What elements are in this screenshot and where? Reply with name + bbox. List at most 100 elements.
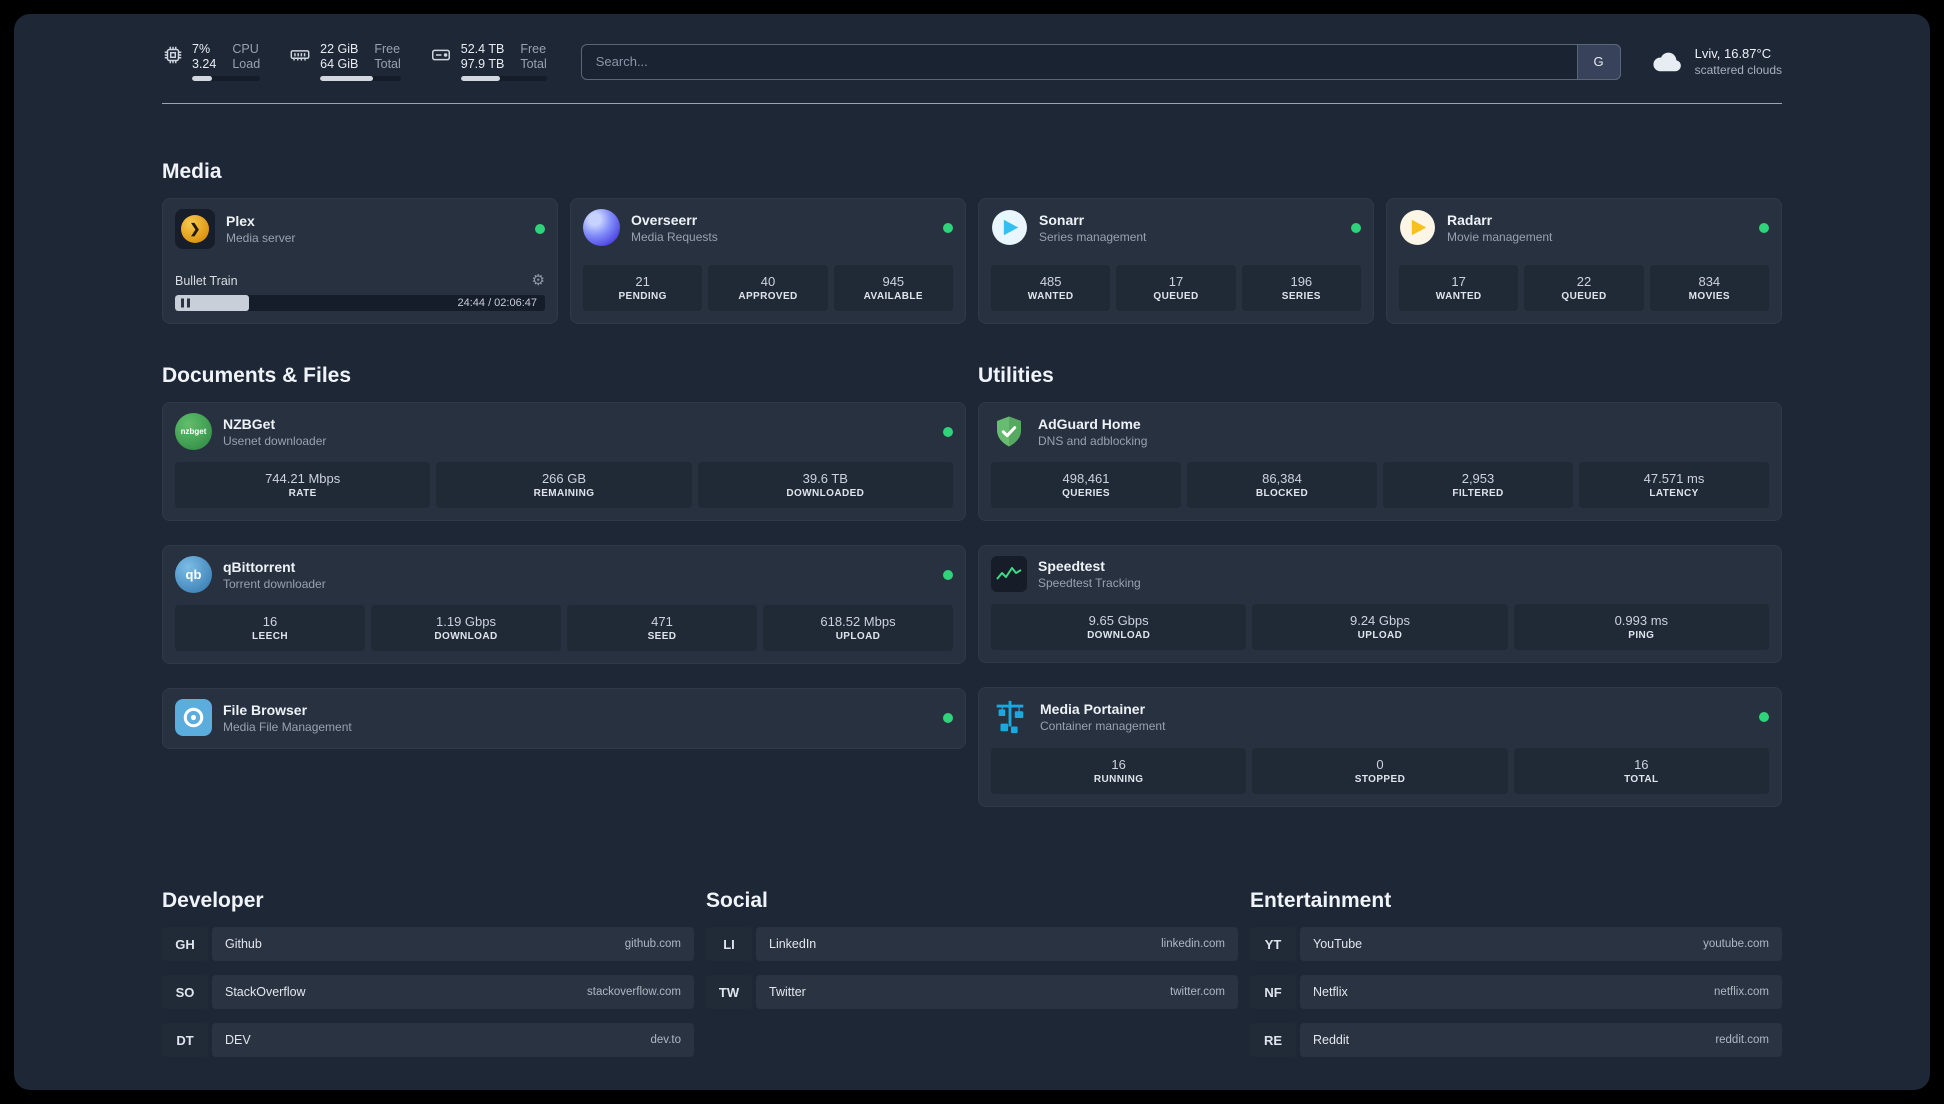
stats-row: 16 LEECH 1.19 Gbps DOWNLOAD 471 SEED 618… — [175, 605, 953, 651]
service-link-plex[interactable]: ❯ Plex Media server — [175, 209, 545, 249]
service-card-overseerr: Overseerr Media Requests 21 PENDING 40 A… — [570, 198, 966, 324]
stats-row: 16 RUNNING 0 STOPPED 16 TOTAL — [991, 748, 1769, 794]
bookmark-stackoverflow[interactable]: SO StackOverflow stackoverflow.com — [162, 975, 694, 1009]
stat-value: 196 — [1290, 274, 1313, 289]
bookmark-github[interactable]: GH Github github.com — [162, 927, 694, 961]
playback-progress-bar[interactable]: 24:44 / 02:06:47 — [175, 295, 545, 311]
bookmark-dev[interactable]: DT DEV dev.to — [162, 1023, 694, 1057]
service-card-adguard: AdGuard Home DNS and adblocking 498,461 … — [978, 402, 1782, 521]
stat-tile: 16 RUNNING — [991, 748, 1247, 794]
bookmark-group-entertainment: Entertainment YT YouTube youtube.com NF … — [1250, 889, 1782, 1071]
bookmark-youtube[interactable]: YT YouTube youtube.com — [1250, 927, 1782, 961]
cpu-load-label: Load — [232, 57, 261, 71]
stat-label: APPROVED — [738, 291, 798, 302]
service-desc-plex: Media server — [226, 231, 296, 245]
service-name-overseerr: Overseerr — [631, 211, 698, 228]
cpu-label: CPU — [232, 42, 259, 56]
memory-free-value: 22 GiB — [320, 42, 359, 56]
service-name-filebrowser: File Browser — [223, 701, 308, 718]
disk-meter-fill — [460, 76, 501, 81]
stat-label: SERIES — [1281, 291, 1321, 302]
bookmark-twitter[interactable]: TW Twitter twitter.com — [706, 975, 1238, 1009]
stat-label: SEED — [647, 631, 677, 642]
service-link-adguard[interactable]: AdGuard Home DNS and adblocking — [991, 413, 1769, 450]
service-link-speedtest[interactable]: Speedtest Speedtest Tracking — [991, 556, 1769, 592]
bookmark-group-social: Social LI LinkedIn linkedin.com TW Twitt… — [706, 889, 1238, 1071]
service-link-portainer[interactable]: Media Portainer Container management — [991, 698, 1769, 736]
stat-label: LATENCY — [1649, 488, 1699, 499]
gear-icon[interactable]: ⚙ — [532, 273, 545, 288]
sonarr-icon — [991, 209, 1028, 246]
cpu-meter-fill — [192, 76, 213, 81]
service-desc-sonarr: Series management — [1039, 229, 1147, 244]
search-bar: G — [580, 43, 1621, 80]
stat-value: 2,953 — [1461, 471, 1495, 486]
stat-value: 17 — [1168, 274, 1184, 289]
stat-tile: 196 SERIES — [1241, 265, 1361, 311]
bookmark-netflix[interactable]: NF Netflix netflix.com — [1250, 975, 1782, 1009]
bookmark-name: Github — [225, 937, 262, 951]
memory-icon — [288, 44, 312, 66]
service-link-radarr[interactable]: Radarr Movie management — [1399, 209, 1769, 246]
now-playing-widget: Bullet Train ⚙ 24:44 / 02:06:47 — [175, 273, 545, 311]
service-link-filebrowser[interactable]: File Browser Media File Management — [175, 699, 953, 736]
stat-label: UPLOAD — [835, 631, 881, 642]
section-title-utilities: Utilities — [978, 364, 1054, 387]
bookmark-name: DEV — [225, 1033, 251, 1047]
bookmark-linkedin[interactable]: LI LinkedIn linkedin.com — [706, 927, 1238, 961]
bookmark-reddit[interactable]: RE Reddit reddit.com — [1250, 1023, 1782, 1057]
section-title-media: Media — [162, 160, 222, 183]
stat-label: REMAINING — [533, 488, 595, 499]
memory-total-value: 64 GiB — [320, 57, 359, 71]
search-provider-button[interactable]: G — [1576, 43, 1621, 80]
search-input[interactable] — [580, 43, 1621, 80]
service-desc-adguard: DNS and adblocking — [1038, 433, 1148, 448]
stat-label: TOTAL — [1624, 774, 1659, 785]
stat-tile: 86,384 BLOCKED — [1187, 462, 1377, 508]
bookmark-name: Netflix — [1313, 985, 1348, 999]
disk-total-label: Total — [520, 57, 547, 71]
stats-row: 485 WANTED 17 QUEUED 196 SERIES — [991, 265, 1361, 311]
nzbget-icon-text: nzbget — [180, 427, 207, 436]
stat-label: RATE — [288, 488, 317, 499]
dashboard-page: 7% CPU 3.24 Load 22 GiB Free 64 GiB Tota… — [14, 14, 1930, 1090]
bookmark-name: YouTube — [1313, 937, 1363, 951]
stat-tile: 2,953 FILTERED — [1383, 462, 1573, 508]
service-card-filebrowser: File Browser Media File Management — [162, 688, 966, 749]
bookmark-pill: Reddit reddit.com — [1300, 1023, 1782, 1057]
bookmark-abbr: LI — [706, 927, 752, 961]
section-title-entertainment: Entertainment — [1250, 889, 1392, 912]
stat-tile: 9.65 Gbps DOWNLOAD — [991, 604, 1247, 650]
stat-label: QUEUED — [1153, 291, 1199, 302]
status-dot — [1759, 712, 1769, 722]
bookmark-pill: DEV dev.to — [212, 1023, 694, 1057]
weather-location: Lviv, 16.87°C — [1694, 46, 1772, 61]
bookmark-domain: netflix.com — [1714, 986, 1769, 998]
cloud-icon — [1651, 49, 1685, 75]
stat-value: 485 — [1039, 274, 1062, 289]
pause-icon[interactable] — [181, 298, 190, 308]
service-desc-overseerr: Media Requests — [631, 229, 718, 244]
cpu-widget: 7% CPU 3.24 Load — [162, 42, 261, 81]
bookmark-domain: twitter.com — [1170, 986, 1225, 998]
stat-label: DOWNLOAD — [434, 631, 498, 642]
stat-value: 945 — [882, 274, 905, 289]
service-link-qbittorrent[interactable]: qb qBittorrent Torrent downloader — [175, 556, 953, 593]
stat-value: 16 — [1111, 757, 1126, 772]
stat-tile: 39.6 TB DOWNLOADED — [697, 462, 953, 508]
stat-value: 498,461 — [1062, 471, 1110, 486]
service-link-nzbget[interactable]: nzbget NZBGet Usenet downloader — [175, 413, 953, 450]
qbittorrent-icon: qb — [175, 556, 212, 593]
disk-free-label: Free — [520, 42, 547, 56]
service-link-sonarr[interactable]: Sonarr Series management — [991, 209, 1361, 246]
service-name-speedtest: Speedtest — [1038, 558, 1105, 574]
documents-column: Documents & Files nzbget NZBGet Usenet d… — [162, 364, 966, 831]
service-name-adguard: AdGuard Home — [1038, 415, 1141, 432]
stat-value: 16 — [1634, 757, 1649, 772]
adguard-icon — [991, 413, 1027, 450]
two-column-section: Documents & Files nzbget NZBGet Usenet d… — [162, 364, 1782, 831]
weather-widget: Lviv, 16.87°C scattered clouds — [1651, 46, 1782, 77]
status-dot — [943, 426, 953, 437]
status-dot — [943, 569, 953, 580]
service-link-overseerr[interactable]: Overseerr Media Requests — [583, 209, 953, 246]
